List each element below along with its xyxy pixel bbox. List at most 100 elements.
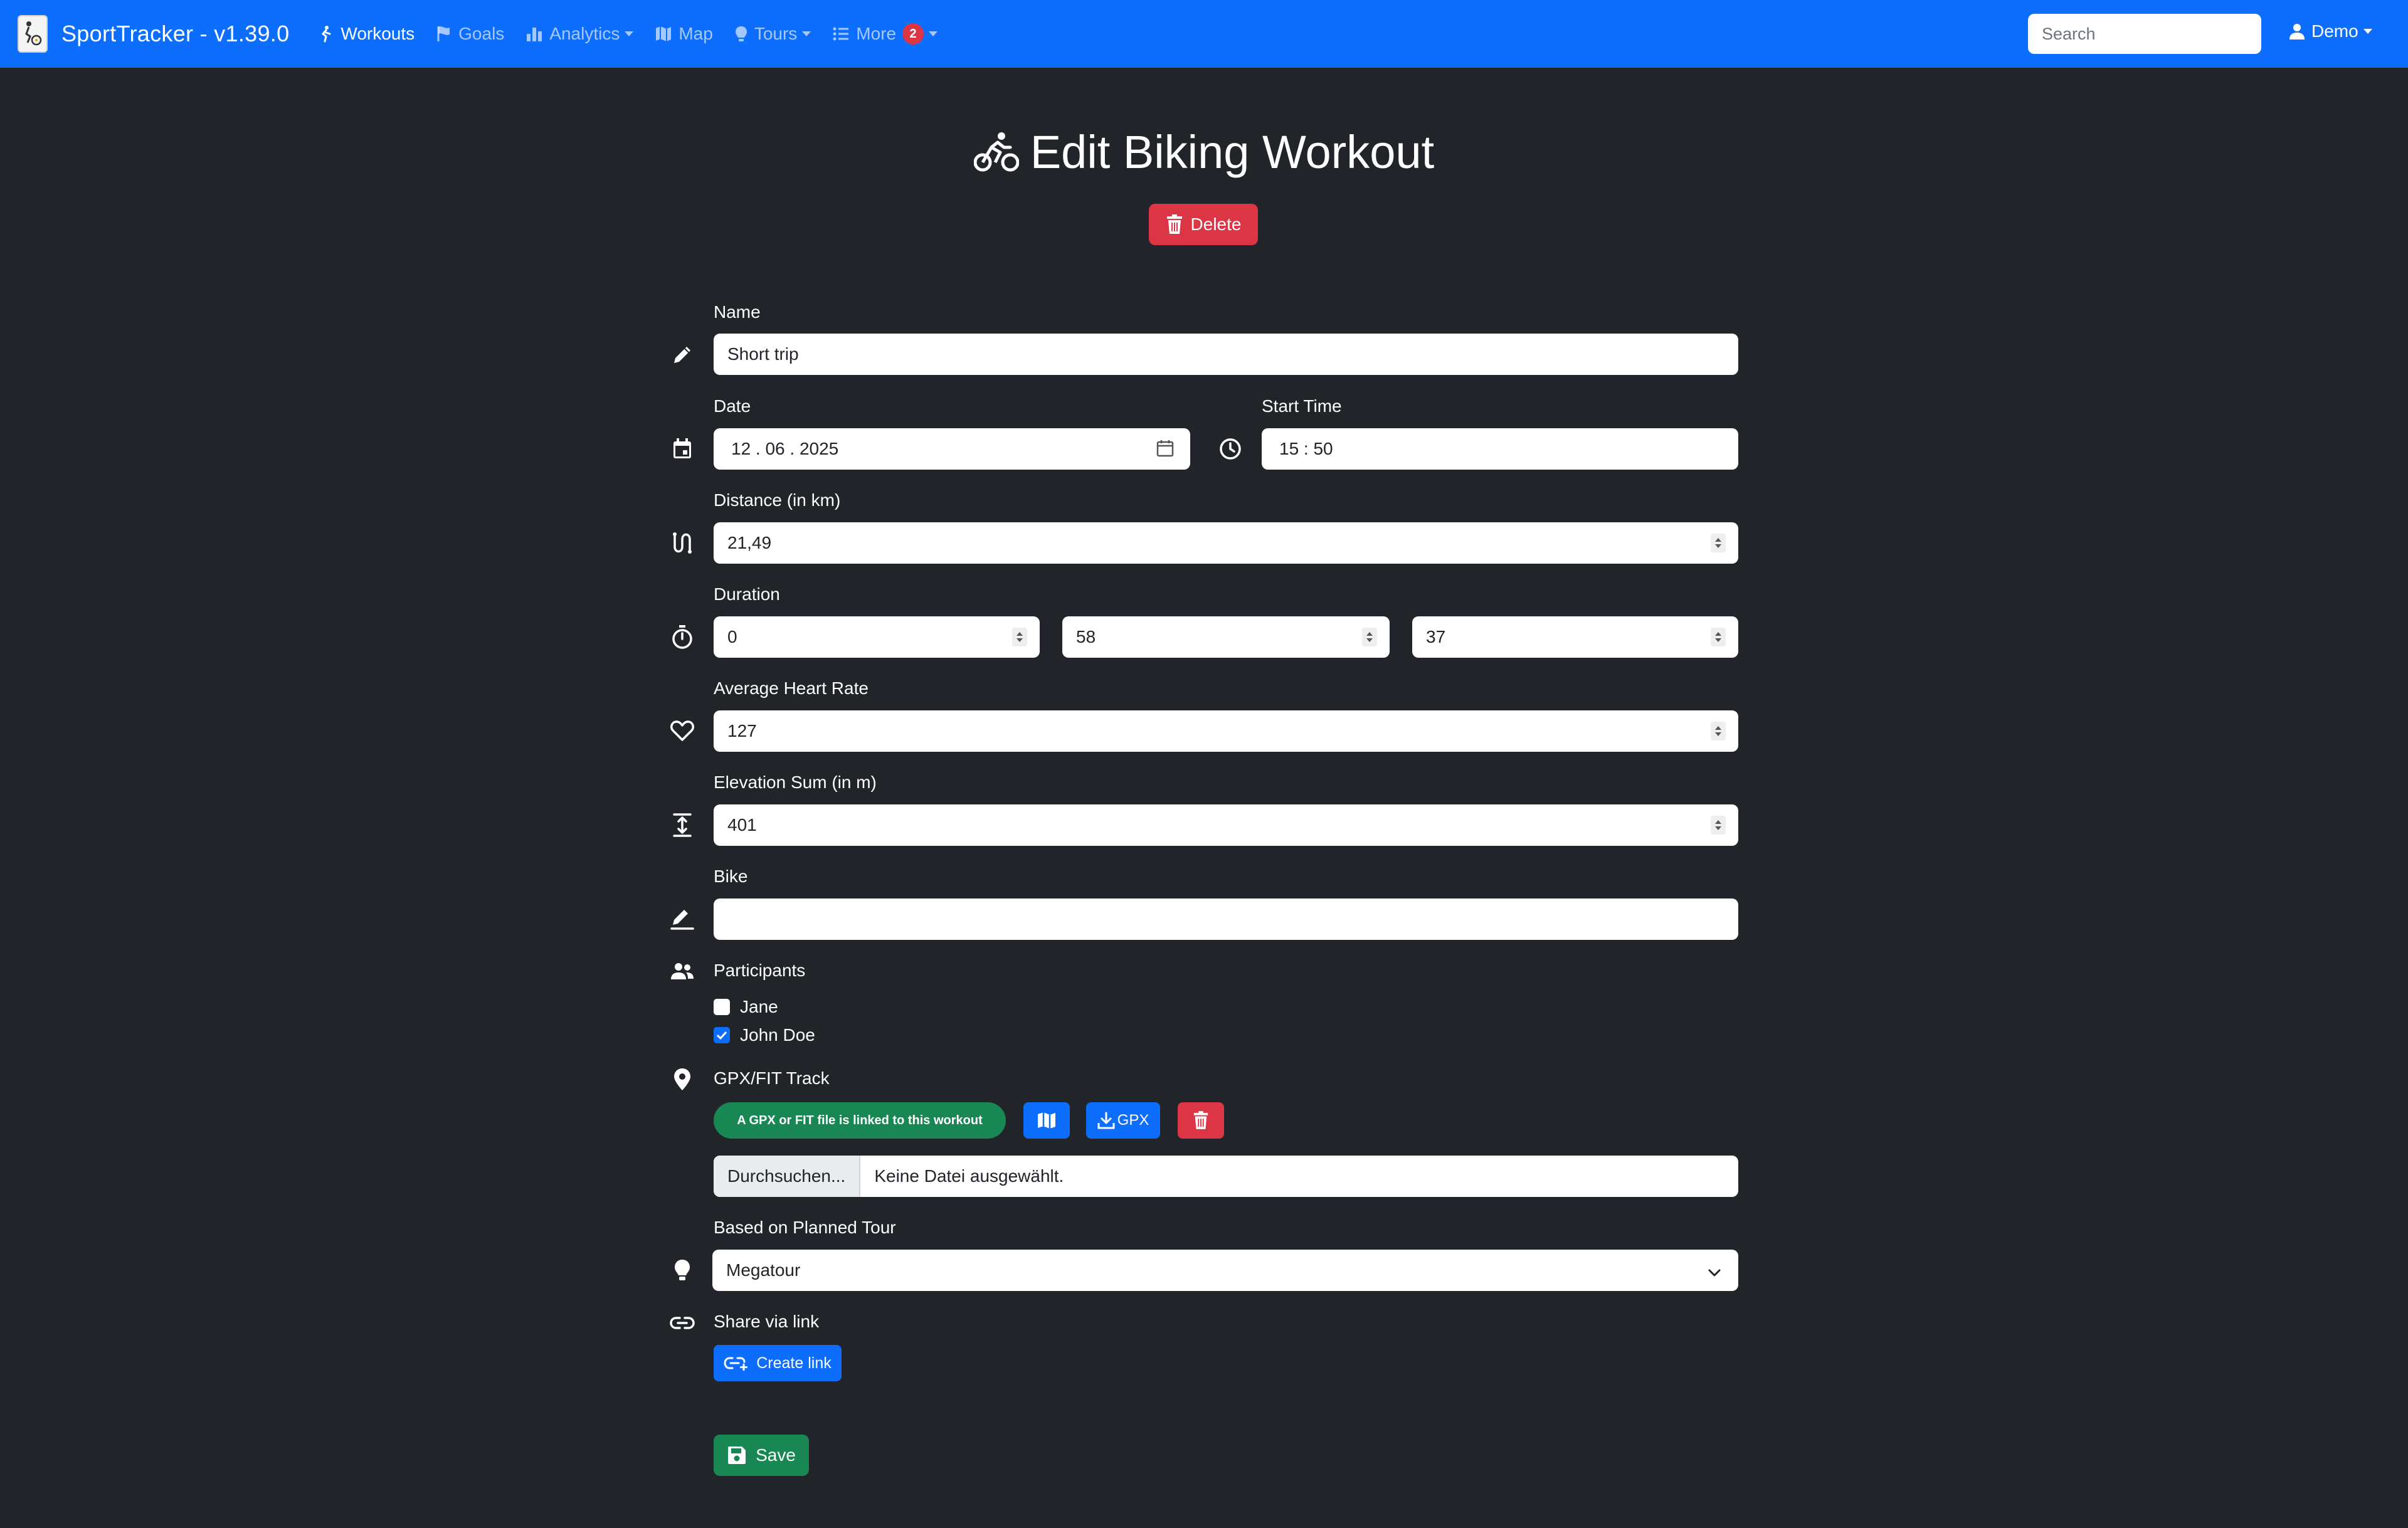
user-icon bbox=[2289, 24, 2305, 40]
link-icon bbox=[670, 1310, 695, 1336]
save-label: Save bbox=[756, 1445, 796, 1465]
clock-icon bbox=[1218, 436, 1243, 461]
trash-icon bbox=[1193, 1111, 1208, 1129]
number-stepper[interactable] bbox=[1711, 722, 1726, 740]
nav-item-analytics[interactable]: Analytics bbox=[525, 24, 634, 44]
page-title: Edit Biking Workout bbox=[0, 125, 2408, 179]
participant-name: John Doe bbox=[740, 1025, 815, 1045]
brand[interactable]: SportTracker - v1.39.0 bbox=[18, 15, 289, 53]
user-menu[interactable]: Demo bbox=[2289, 21, 2372, 41]
participant-jane[interactable]: Jane bbox=[714, 997, 778, 1017]
map-icon bbox=[656, 26, 672, 41]
create-link-button[interactable]: Create link bbox=[714, 1345, 842, 1381]
number-stepper[interactable] bbox=[1711, 628, 1726, 646]
link-add-icon bbox=[724, 1357, 748, 1371]
number-stepper[interactable] bbox=[1362, 628, 1377, 646]
route-icon bbox=[670, 530, 695, 556]
delete-label: Delete bbox=[1190, 214, 1242, 234]
start-time-input[interactable]: 15 : 50 bbox=[1262, 428, 1738, 470]
calendar-icon bbox=[670, 436, 695, 461]
gpx-label: GPX bbox=[1117, 1112, 1149, 1129]
nav-item-more[interactable]: More 2 bbox=[832, 23, 938, 45]
trash-icon bbox=[1166, 214, 1182, 234]
checkbox-checked[interactable] bbox=[714, 1027, 730, 1043]
number-stepper[interactable] bbox=[1711, 816, 1726, 835]
nav-item-map[interactable]: Map bbox=[655, 24, 713, 44]
participant-john-doe[interactable]: John Doe bbox=[714, 1025, 815, 1045]
date-label: Date bbox=[714, 396, 751, 416]
chevron-down-icon bbox=[2363, 29, 2372, 34]
share-label: Share via link bbox=[714, 1312, 820, 1331]
nav-item-label: More bbox=[856, 24, 897, 43]
chevron-down-icon bbox=[625, 31, 634, 36]
date-input[interactable]: 12 . 06 . 2025 bbox=[714, 428, 1190, 470]
distance-input[interactable]: 21,49 bbox=[714, 522, 1738, 564]
user-name: Demo bbox=[2311, 21, 2358, 41]
file-input[interactable]: Durchsuchen... Keine Datei ausgewählt. bbox=[714, 1156, 1738, 1197]
duration-minutes-input[interactable]: 58 bbox=[1062, 616, 1390, 658]
create-link-label: Create link bbox=[756, 1354, 832, 1372]
checkbox[interactable] bbox=[714, 999, 730, 1015]
chevron-down-icon bbox=[1707, 1263, 1722, 1283]
track-label: GPX/FIT Track bbox=[714, 1068, 830, 1088]
duration-minutes-value: 58 bbox=[1076, 627, 1096, 646]
file-status: Keine Datei ausgewählt. bbox=[874, 1166, 1064, 1186]
nav-item-tours[interactable]: Tours bbox=[734, 24, 811, 44]
duration-hours-value: 0 bbox=[727, 627, 737, 646]
lightbulb-icon bbox=[670, 1258, 695, 1283]
stopwatch-icon bbox=[670, 624, 695, 650]
biking-icon bbox=[973, 132, 1019, 171]
calendar-picker-icon[interactable] bbox=[1156, 440, 1174, 461]
start-time-label: Start Time bbox=[1262, 396, 1342, 416]
elevation-input[interactable]: 401 bbox=[714, 804, 1738, 846]
nav-item-label: Workouts bbox=[341, 24, 415, 43]
save-button[interactable]: Save bbox=[714, 1435, 809, 1476]
elevation-icon bbox=[670, 813, 695, 838]
nav-item-label: Map bbox=[679, 24, 713, 43]
participant-name: Jane bbox=[740, 997, 778, 1016]
track-linked-badge: A GPX or FIT file is linked to this work… bbox=[714, 1102, 1006, 1139]
bike-input[interactable] bbox=[714, 898, 1738, 940]
location-pin-icon bbox=[670, 1067, 695, 1092]
elevation-label: Elevation Sum (in m) bbox=[714, 772, 877, 792]
participants-label: Participants bbox=[714, 961, 806, 980]
distance-value: 21,49 bbox=[727, 533, 772, 552]
nav-item-goals[interactable]: Goals bbox=[436, 24, 504, 44]
notification-badge: 2 bbox=[902, 23, 924, 45]
duration-seconds-input[interactable]: 37 bbox=[1412, 616, 1738, 658]
browse-button[interactable]: Durchsuchen... bbox=[714, 1156, 861, 1197]
download-icon bbox=[1097, 1112, 1115, 1129]
search-input[interactable] bbox=[2028, 14, 2261, 54]
map-icon bbox=[1038, 1112, 1055, 1129]
bar-chart-icon bbox=[527, 28, 542, 41]
number-stepper[interactable] bbox=[1711, 534, 1726, 552]
duration-hours-input[interactable]: 0 bbox=[714, 616, 1040, 658]
delete-button[interactable]: Delete bbox=[1149, 204, 1258, 245]
name-input[interactable]: Short trip bbox=[714, 334, 1738, 375]
biker-icon bbox=[322, 26, 331, 43]
chevron-down-icon bbox=[802, 31, 811, 36]
nav-item-label: Goals bbox=[458, 24, 505, 43]
lightbulb-icon bbox=[735, 26, 747, 41]
chevron-down-icon bbox=[929, 31, 938, 36]
distance-label: Distance (in km) bbox=[714, 490, 841, 510]
flag-icon bbox=[437, 26, 450, 41]
tour-value: Megatour bbox=[726, 1260, 801, 1280]
date-value: 12 . 06 . 2025 bbox=[731, 439, 839, 458]
floppy-disk-icon bbox=[728, 1446, 746, 1464]
heart-rate-value: 127 bbox=[727, 721, 757, 740]
app-logo-icon bbox=[18, 15, 48, 53]
heart-rate-input[interactable]: 127 bbox=[714, 710, 1738, 752]
app-title: SportTracker - v1.39.0 bbox=[61, 21, 290, 46]
nav-item-workouts[interactable]: Workouts bbox=[318, 24, 415, 44]
list-icon bbox=[833, 27, 849, 41]
tour-select[interactable]: Megatour bbox=[712, 1250, 1738, 1291]
number-stepper[interactable] bbox=[1012, 628, 1027, 646]
name-label: Name bbox=[714, 302, 761, 322]
tour-label: Based on Planned Tour bbox=[714, 1218, 896, 1237]
show-map-button[interactable] bbox=[1023, 1102, 1070, 1139]
navbar: SportTracker - v1.39.0 Workouts Goals An… bbox=[0, 0, 2408, 68]
nav-item-label: Tours bbox=[754, 24, 798, 43]
delete-track-button[interactable] bbox=[1178, 1102, 1224, 1139]
download-gpx-button[interactable]: GPX bbox=[1086, 1102, 1160, 1139]
